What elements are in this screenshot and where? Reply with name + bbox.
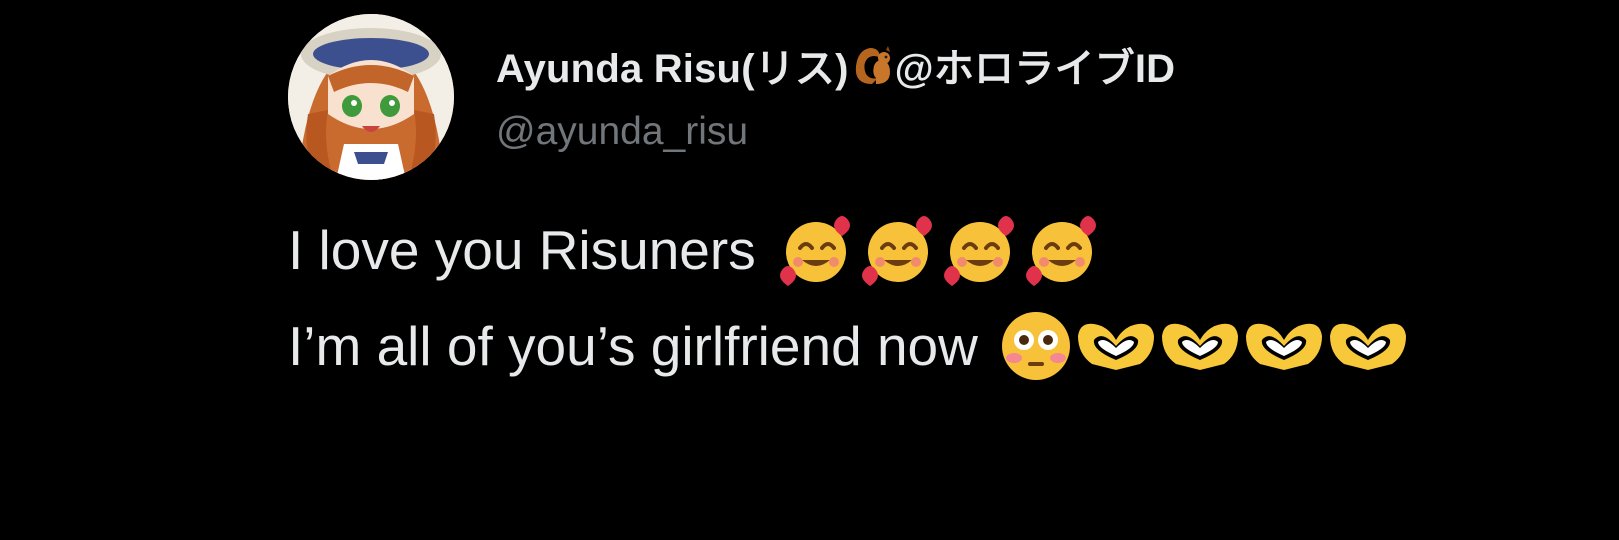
tweet-line-text: I love you Risuners [288, 219, 756, 281]
smiling-face-with-hearts-icon [1022, 212, 1104, 288]
smiling-face-with-hearts-icon [776, 212, 858, 288]
display-name-row[interactable]: Ayunda Risu(リス) @ホロライブID [496, 36, 1175, 94]
emoji-group-2 [998, 308, 1410, 384]
tweet-line-1: I love you Risuners [288, 202, 1608, 298]
display-name-suffix[interactable]: @ホロライブID [895, 36, 1176, 94]
tweet-text: I love you Risuners I’m all of you’s gir… [288, 202, 1608, 394]
author-names: Ayunda Risu(リス) @ホロライブID @ayunda_risu [496, 36, 1175, 154]
emoji-group-1 [776, 212, 1104, 288]
avatar[interactable] [288, 14, 454, 180]
heart-hands-icon [1242, 316, 1326, 376]
heart-hands-icon [1326, 316, 1410, 376]
author-handle[interactable]: @ayunda_risu [496, 110, 1175, 154]
smiling-face-with-hearts-icon [858, 212, 940, 288]
smiling-face-with-hearts-icon [940, 212, 1022, 288]
heart-hands-icon [1074, 316, 1158, 376]
heart-hands-icon [1158, 316, 1242, 376]
squirrel-icon [850, 44, 894, 86]
tweet: Ayunda Risu(リス) @ホロライブID @ayunda_risu I … [288, 14, 1608, 394]
tweet-header: Ayunda Risu(リス) @ホロライブID @ayunda_risu [288, 14, 1608, 180]
tweet-line-2: I’m all of you’s girlfriend now [288, 298, 1608, 394]
tweet-line-text: I’m all of you’s girlfriend now [288, 315, 978, 377]
flushed-face-icon [998, 308, 1074, 384]
display-name[interactable]: Ayunda Risu(リス) [496, 36, 849, 94]
